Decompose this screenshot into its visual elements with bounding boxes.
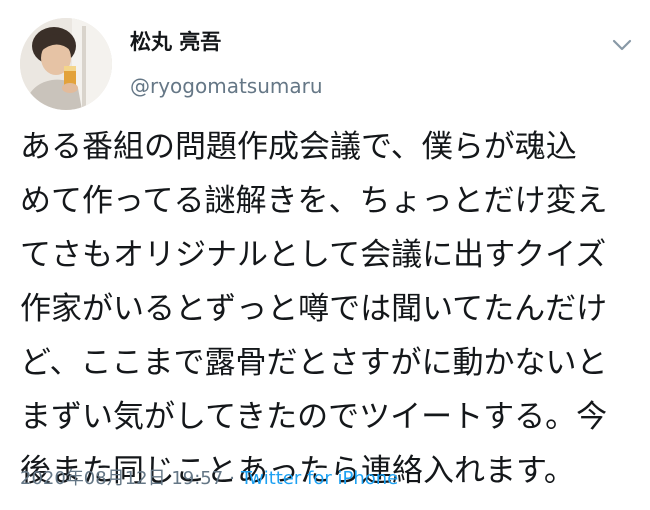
tweet-text-line: ど、ここまで露骨だとさすがに動かないと [20,345,608,381]
tweet-text-line: まずい気がしてきたのでツイートする。今 [20,399,608,435]
tweet-text-line: ある番組の問題作成会議で、僕らが魂込 [20,129,577,165]
tweet-meta: 2020年08月12日 19:57 · Twitter for iPhone [20,466,398,492]
profile-photo-icon [20,18,112,110]
user-handle[interactable]: @ryogomatsumaru [130,72,323,100]
tweet-menu-button[interactable] [609,36,635,54]
meta-separator: · [229,468,235,489]
tweet-source-link[interactable]: Twitter for iPhone [241,468,398,489]
tweet-text-line: てさもオリジナルとして会議に出すクイズ [20,237,607,273]
tweet-text-line: めて作ってる謎解きを、ちょっとだけ変え [20,183,608,219]
tweet-text: ある番組の問題作成会議で、僕らが魂込 めて作ってる謎解きを、ちょっとだけ変え て… [20,120,620,498]
author-info: 松丸 亮吾 @ryogomatsumaru [130,28,323,100]
tweet-timestamp[interactable]: 2020年08月12日 19:57 [20,468,223,489]
chevron-down-icon [612,39,632,51]
avatar[interactable] [20,18,112,110]
tweet-text-line: 作家がいるとずっと噂では聞いてたんだけ [20,291,608,327]
display-name[interactable]: 松丸 亮吾 [130,28,323,56]
tweet-card: 松丸 亮吾 @ryogomatsumaru ある番組の問題作成会議で、僕らが魂込… [0,0,650,510]
